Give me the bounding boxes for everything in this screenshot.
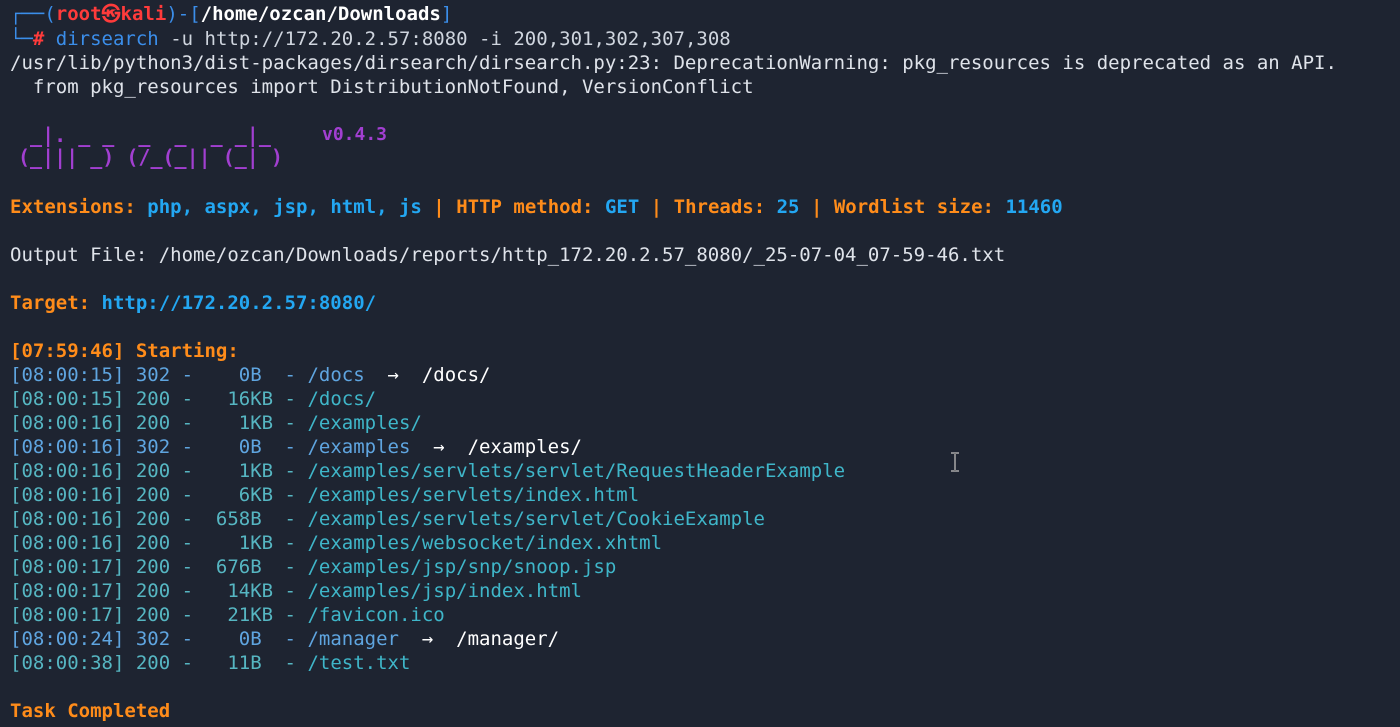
wordlist-value: 11460 [1005, 196, 1063, 218]
result-status: 200 - 11B - [135, 652, 308, 674]
result-status: 200 - 16KB - [135, 388, 308, 410]
result-status: 200 - 14KB - [135, 580, 308, 602]
result-time: [08:00:16] [10, 412, 125, 434]
logo-line-1: _|. _ _ _ _ _ _|_ [18, 123, 271, 147]
separator: | [810, 196, 823, 218]
result-path: /docs/ [307, 388, 377, 410]
command-name: dirsearch [55, 28, 159, 50]
warning-line-1: /usr/lib/python3/dist-packages/dirsearch… [10, 52, 1337, 74]
result-time: [08:00:15] [10, 364, 125, 386]
result-path: /examples/jsp/index.html [307, 580, 582, 602]
terminal-window[interactable]: ┌──(root㉿kali)-[/home/ozcan/Downloads] └… [0, 0, 1400, 727]
wordlist-label: Wordlist size: [833, 196, 994, 218]
config-line: Extensions: php, aspx, jsp, html, js | H… [10, 195, 1063, 219]
result-status: 200 - 1KB - [135, 460, 308, 482]
result-path: /examples/jsp/snp/snoop.jsp [307, 556, 617, 578]
result-path: /examples/servlets/servlet/RequestHeader… [307, 460, 846, 482]
start-label: Starting: [135, 340, 239, 362]
text-cursor-icon [950, 452, 960, 472]
prompt-bracket-close: ] [440, 3, 453, 25]
result-row: [08:00:16] 200 - 1KB - /examples/servlet… [10, 459, 845, 483]
start-time: [07:59:46] [10, 340, 125, 362]
ext-label: Extensions: [10, 196, 136, 218]
result-row: [08:00:15] 200 - 16KB - /docs/ [10, 387, 376, 411]
logo-line-2: (_||| _) (/_(_|| (_| ) [18, 145, 283, 169]
result-status: 200 - 21KB - [135, 604, 308, 626]
prompt-hash: # [32, 28, 45, 50]
target-line: Target: http://172.20.2.57:8080/ [10, 291, 376, 315]
result-row: [08:00:17] 200 - 14KB - /examples/jsp/in… [10, 579, 582, 603]
result-time: [08:00:16] [10, 508, 125, 530]
prompt-user: root [55, 3, 102, 25]
target-url: http://172.20.2.57:8080/ [101, 292, 377, 314]
result-path: /examples [307, 436, 411, 458]
result-redirect: → /docs/ [364, 364, 491, 386]
threads-label: Threads: [673, 196, 766, 218]
result-time: [08:00:17] [10, 556, 125, 578]
ext-value: php, aspx, jsp, html, js [147, 196, 422, 218]
result-status: 302 - 0B - [135, 628, 308, 650]
result-row: [08:00:17] 200 - 21KB - /favicon.ico [10, 603, 445, 627]
result-path: /examples/ [307, 412, 422, 434]
result-row: [08:00:16] 200 - 658B - /examples/servle… [10, 507, 765, 531]
result-time: [08:00:38] [10, 652, 125, 674]
result-status: 302 - 0B - [135, 364, 308, 386]
result-path: /examples/servlets/index.html [307, 484, 640, 506]
result-path: /manager [307, 628, 399, 650]
result-path: /docs [307, 364, 365, 386]
result-row: [08:00:16] 200 - 1KB - /examples/ [10, 411, 422, 435]
result-status: 200 - 1KB - [135, 412, 308, 434]
result-redirect: → /manager/ [398, 628, 560, 650]
prompt-corner: ┌──( [10, 3, 56, 25]
separator: | [433, 196, 445, 218]
result-time: [08:00:24] [10, 628, 125, 650]
prompt-corner-bottom: └─ [10, 28, 33, 50]
result-row: [08:00:16] 200 - 1KB - /examples/websock… [10, 531, 662, 555]
result-path: /test.txt [307, 652, 411, 674]
result-status: 200 - 6KB - [135, 484, 308, 506]
result-row: [08:00:15] 302 - 0B - /docs → /docs/ [10, 363, 490, 387]
result-time: [08:00:16] [10, 532, 125, 554]
warning-line-2: from pkg_resources import DistributionNo… [10, 76, 754, 98]
version-label: v0.4.3 [322, 124, 388, 145]
prompt-host: kali [120, 3, 167, 25]
result-time: [08:00:17] [10, 604, 125, 626]
result-row: [08:00:38] 200 - 11B - /test.txt [10, 651, 410, 675]
method-label: HTTP method: [456, 196, 594, 218]
result-time: [08:00:15] [10, 388, 125, 410]
result-path: /examples/websocket/index.xhtml [307, 532, 663, 554]
starting-line: [07:59:46] Starting: [10, 339, 239, 363]
separator: | [650, 196, 663, 218]
skull-icon: ㉿ [101, 3, 121, 25]
task-completed-line: Task Completed [10, 699, 170, 723]
result-row: [08:00:24] 302 - 0B - /manager → /manage… [10, 627, 559, 651]
prompt-bracket: )-[ [166, 3, 201, 25]
result-status: 200 - 658B - [135, 508, 308, 530]
threads-value: 25 [776, 196, 800, 218]
command-args: -u http://172.20.2.57:8080 -i 200,301,30… [170, 28, 731, 50]
result-status: 302 - 0B - [135, 436, 308, 458]
result-status: 200 - 1KB - [135, 532, 308, 554]
output-file-line: Output File: /home/ozcan/Downloads/repor… [10, 244, 1006, 266]
result-time: [08:00:16] [10, 484, 125, 506]
dirsearch-logo: _|. _ _ _ _ _ _|_ (_||| _) (/_(_|| (_| ) [18, 124, 283, 168]
result-path: /favicon.ico [307, 604, 445, 626]
result-status: 200 - 676B - [135, 556, 308, 578]
result-path: /examples/servlets/servlet/CookieExample [307, 508, 765, 530]
prompt-cwd: /home/ozcan/Downloads [200, 3, 441, 25]
result-row: [08:00:16] 200 - 6KB - /examples/servlet… [10, 483, 639, 507]
target-label: Target: [10, 292, 91, 314]
result-time: [08:00:16] [10, 436, 125, 458]
result-row: [08:00:17] 200 - 676B - /examples/jsp/sn… [10, 555, 616, 579]
method-value: GET [604, 196, 640, 218]
result-redirect: → /examples/ [410, 436, 582, 458]
result-time: [08:00:17] [10, 580, 125, 602]
command-line: └─# dirsearch -u http://172.20.2.57:8080… [10, 27, 731, 51]
result-row: [08:00:16] 302 - 0B - /examples → /examp… [10, 435, 582, 459]
result-time: [08:00:16] [10, 460, 125, 482]
task-completed: Task Completed [10, 700, 171, 722]
prompt-line: ┌──(root㉿kali)-[/home/ozcan/Downloads] [10, 2, 452, 26]
